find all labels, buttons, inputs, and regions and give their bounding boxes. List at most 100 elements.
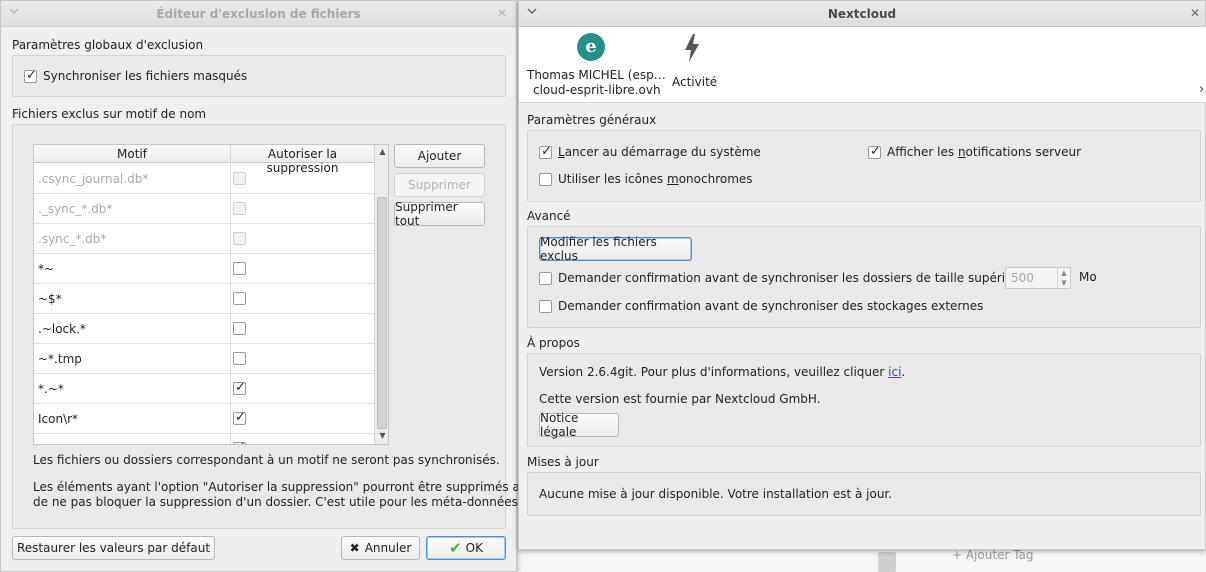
scroll-up-icon[interactable]: ▲ bbox=[375, 147, 388, 159]
pattern-table-scrollbar[interactable]: ▲ ▼ bbox=[374, 145, 388, 444]
check-mark-icon: ✓ bbox=[235, 410, 246, 425]
legal-notice-button[interactable]: Notice légale bbox=[539, 411, 619, 439]
add-pattern-button[interactable]: Ajouter bbox=[394, 144, 485, 168]
pattern-cell[interactable]: ~$* bbox=[38, 292, 62, 306]
launch-at-startup-checkbox[interactable]: ✓ bbox=[539, 144, 552, 159]
allow-delete-checkbox[interactable] bbox=[233, 202, 246, 215]
nextcloud-window-title: Nextcloud bbox=[827, 7, 897, 21]
pattern-cell[interactable]: ._sync_*.db* bbox=[38, 202, 112, 216]
edit-excluded-files-button[interactable]: Modifier les fichiers exclus bbox=[539, 235, 692, 263]
background-app-strip bbox=[520, 548, 1206, 572]
advanced-title: Avancé bbox=[527, 209, 571, 223]
pattern-cell[interactable]: *~ bbox=[38, 262, 54, 276]
allow-delete-checkbox[interactable] bbox=[233, 262, 246, 275]
pattern-exclusion-title: Fichiers exclus sur motif de nom bbox=[12, 107, 207, 121]
table-row[interactable]: .sync_*.db* bbox=[34, 224, 374, 254]
nextcloud-close-icon[interactable]: ✕ bbox=[1188, 6, 1202, 20]
updates-title: Mises à jour bbox=[527, 455, 599, 469]
activity-label: Activité bbox=[672, 75, 718, 89]
table-row[interactable]: ._sync_*.db* bbox=[34, 194, 374, 224]
account-toolbar: e ····· Thomas MICHEL (esp… cloud-esprit… bbox=[519, 27, 1206, 103]
check-mark-icon: ✓ bbox=[26, 68, 37, 83]
updates-group: Aucune mise à jour disponible. Votre ins… bbox=[527, 472, 1201, 516]
info-text-allow-delete-1: Les éléments ayant l'option "Autoriser l… bbox=[33, 480, 535, 494]
allow-delete-checkbox[interactable] bbox=[233, 232, 246, 245]
chevron-right-icon[interactable]: › bbox=[1199, 82, 1204, 97]
scroll-down-icon[interactable]: ▼ bbox=[375, 431, 388, 443]
ask-large-folders-checkbox[interactable] bbox=[539, 272, 552, 285]
pattern-cell[interactable]: .sync_*.db* bbox=[38, 232, 106, 246]
ok-check-icon: ✔ bbox=[449, 539, 462, 557]
column-separator bbox=[230, 145, 231, 444]
table-row[interactable]: *~ bbox=[34, 254, 374, 284]
monochrome-icons-label: Utiliser les icônes monochromes bbox=[558, 172, 753, 186]
esprit-libre-logo-icon: e bbox=[577, 33, 605, 61]
window-menu-icon[interactable] bbox=[525, 5, 539, 19]
nextcloud-titlebar[interactable]: Nextcloud ✕ bbox=[519, 1, 1205, 27]
allow-delete-checkbox[interactable]: ✓ bbox=[233, 440, 247, 444]
general-settings-group: ✓ Lancer au démarrage du système ✓ Affic… bbox=[527, 130, 1201, 202]
about-group: Version 2.6.4git. Pour plus d'informatio… bbox=[527, 353, 1201, 447]
account-name: Thomas MICHEL (esp… bbox=[527, 68, 666, 82]
cancel-button[interactable]: ✖ Annuler bbox=[341, 536, 420, 560]
restore-defaults-button[interactable]: Restaurer les valeurs par défaut bbox=[12, 536, 215, 560]
pattern-cell[interactable]: ~*.tmp bbox=[38, 352, 82, 366]
sync-hidden-checkbox[interactable]: ✓ bbox=[24, 68, 37, 83]
pattern-cell[interactable]: .DS_Store bbox=[38, 442, 96, 444]
pattern-cell[interactable]: *.~* bbox=[38, 382, 64, 396]
allow-delete-checkbox[interactable] bbox=[233, 292, 246, 305]
check-mark-icon: ✓ bbox=[235, 380, 246, 395]
table-row[interactable]: .DS_Store ✓ bbox=[34, 434, 374, 444]
allow-delete-checkbox[interactable] bbox=[233, 352, 246, 365]
account-host: cloud-esprit-libre.ovh bbox=[533, 83, 661, 97]
table-row[interactable]: .~lock.* bbox=[34, 314, 374, 344]
allow-delete-checkbox[interactable] bbox=[233, 172, 246, 185]
spinbox-arrows-icon[interactable]: ▲ ▼ bbox=[1057, 268, 1070, 288]
updates-status-text: Aucune mise à jour disponible. Votre ins… bbox=[539, 487, 893, 501]
table-row[interactable]: .csync_journal.db* bbox=[34, 164, 374, 194]
check-mark-icon: ✓ bbox=[541, 144, 552, 159]
folder-size-limit-spinbox[interactable]: 500 ▲ ▼ bbox=[1005, 267, 1071, 289]
provider-text: Cette version est fournie par Nextcloud … bbox=[539, 392, 821, 406]
table-row[interactable]: ~$* bbox=[34, 284, 374, 314]
info-text-patterns: Les fichiers ou dossiers correspondant à… bbox=[33, 453, 500, 467]
pattern-cell[interactable]: .~lock.* bbox=[38, 322, 86, 336]
check-mark-icon: ✓ bbox=[870, 144, 881, 159]
info-text-allow-delete-2: de ne pas bloquer la suppression d'un do… bbox=[33, 495, 522, 509]
scrollbar-thumb[interactable] bbox=[377, 197, 387, 429]
version-info-link[interactable]: ici bbox=[888, 365, 901, 379]
pattern-table[interactable]: Motif Autoriser la suppression .csync_jo… bbox=[33, 144, 389, 445]
remove-pattern-button[interactable]: Supprimer bbox=[394, 173, 485, 197]
global-exclusion-group: ✓ Synchroniser les fichiers masqués bbox=[12, 55, 506, 97]
cancel-x-icon: ✖ bbox=[349, 541, 360, 555]
folder-size-unit: Mo bbox=[1079, 270, 1097, 284]
cancel-button-label: Annuler bbox=[364, 541, 412, 555]
table-row[interactable]: *.~* ✓ bbox=[34, 374, 374, 404]
nextcloud-settings-window: Nextcloud ✕ e ····· Thomas MICHEL (esp… … bbox=[518, 0, 1206, 550]
global-exclusion-title: Paramètres globaux d'exclusion bbox=[12, 38, 204, 52]
check-mark-icon: ✓ bbox=[234, 440, 247, 444]
table-row[interactable]: Icon\r* ✓ bbox=[34, 404, 374, 434]
editor-titlebar[interactable]: Éditeur d'exclusion de fichiers ✕ bbox=[1, 1, 516, 27]
remove-all-button[interactable]: Supprimer tout bbox=[394, 200, 485, 228]
monochrome-icons-checkbox[interactable] bbox=[539, 173, 552, 186]
ask-external-storage-checkbox[interactable] bbox=[539, 300, 552, 313]
window-menu-icon[interactable] bbox=[7, 5, 21, 19]
editor-close-icon[interactable]: ✕ bbox=[495, 6, 509, 20]
pattern-table-header: Motif Autoriser la suppression bbox=[34, 145, 374, 175]
logo-caption: ····· bbox=[579, 60, 587, 66]
general-settings-title: Paramètres généraux bbox=[527, 113, 657, 127]
ok-button[interactable]: ✔ OK bbox=[426, 536, 506, 560]
column-header-pattern[interactable]: Motif bbox=[34, 147, 230, 161]
allow-delete-checkbox[interactable]: ✓ bbox=[233, 380, 246, 395]
exclusion-editor-window: Éditeur d'exclusion de fichiers ✕ Paramè… bbox=[0, 0, 535, 572]
allow-delete-checkbox[interactable]: ✓ bbox=[233, 410, 246, 425]
pattern-cell[interactable]: .csync_journal.db* bbox=[38, 172, 148, 186]
server-notifications-checkbox[interactable]: ✓ bbox=[868, 144, 881, 159]
folder-size-limit-value: 500 bbox=[1011, 271, 1034, 285]
pattern-cell[interactable]: Icon\r* bbox=[38, 412, 78, 426]
version-text: Version 2.6.4git. Pour plus d'informatio… bbox=[539, 365, 906, 379]
editor-window-title: Éditeur d'exclusion de fichiers bbox=[156, 7, 361, 21]
table-row[interactable]: ~*.tmp bbox=[34, 344, 374, 374]
allow-delete-checkbox[interactable] bbox=[233, 322, 246, 335]
